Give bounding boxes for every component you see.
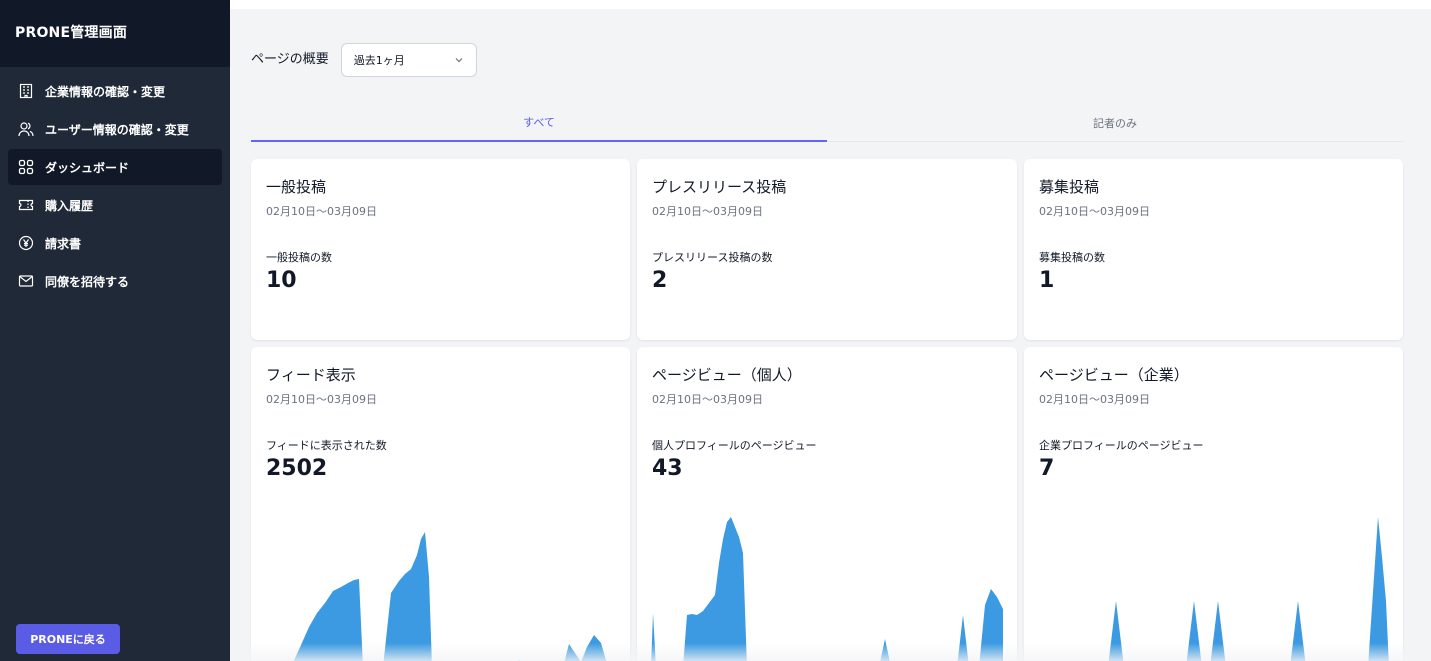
feed-impressions-area-chart [293, 532, 607, 661]
card-metric-label: 企業プロフィールのページビュー [1039, 439, 1204, 452]
card-date-range: 02月10日〜03月09日 [652, 205, 763, 218]
dashboard-grid-icon [18, 159, 34, 175]
card-metric-value: 2502 [266, 456, 328, 481]
card-metric-label: 個人プロフィールのページビュー [652, 439, 817, 452]
sidebar-item-label: 同僚を招待する [45, 274, 130, 289]
card-date-range: 02月10日〜03月09日 [266, 393, 377, 406]
card-press-release-posts: プレスリリース投稿 02月10日〜03月09日 プレスリリース投稿の数 2 [637, 159, 1017, 340]
mail-icon [18, 273, 34, 289]
period-select[interactable]: 過去1ヶ月 [340, 43, 477, 77]
chart-area-series [293, 532, 607, 661]
tab-all[interactable]: すべて [251, 103, 827, 142]
card-title: プレスリリース投稿 [652, 178, 787, 196]
sidebar-item-label: ユーザー情報の確認・変更 [45, 122, 189, 137]
users-icon [18, 121, 34, 137]
sidebar: PRONE管理画面 企業情報の確認・変更 ユーザー情報の確認・変更 ダッシュボー… [0, 0, 230, 661]
sidebar-item-user-info[interactable]: ユーザー情報の確認・変更 [8, 111, 222, 147]
sidebar-item-invoice[interactable]: 請求書 [8, 225, 222, 261]
card-metric-value: 43 [652, 456, 683, 481]
sidebar-nav: 企業情報の確認・変更 ユーザー情報の確認・変更 ダッシュボード 購入履歴 請求書 [0, 73, 230, 299]
card-metric-value: 7 [1039, 456, 1055, 481]
overview-label: ページの概要 [251, 51, 329, 67]
card-general-posts: 一般投稿 02月10日〜03月09日 一般投稿の数 10 [251, 159, 630, 340]
period-select-value: 過去1ヶ月 [353, 54, 405, 67]
chart-area-series [651, 517, 1003, 661]
sidebar-item-dashboard[interactable]: ダッシュボード [8, 149, 222, 185]
pageviews-individual-area-chart [651, 517, 1003, 661]
card-pageviews-individual: ページビュー（個人） 02月10日〜03月09日 個人プロフィールのページビュー… [637, 347, 1017, 661]
card-metric-value: 1 [1039, 268, 1055, 293]
chevron-down-icon [455, 58, 463, 63]
sidebar-header: PRONE管理画面 [0, 0, 230, 67]
card-metric-label: 一般投稿の数 [266, 251, 332, 264]
sidebar-item-invite[interactable]: 同僚を招待する [8, 263, 222, 299]
sidebar-item-label: 購入履歴 [45, 198, 94, 213]
card-title: 一般投稿 [266, 178, 327, 196]
yen-circle-icon [18, 235, 34, 251]
card-title: 募集投稿 [1039, 178, 1100, 196]
card-metric-label: 募集投稿の数 [1039, 251, 1105, 264]
building-icon [18, 83, 34, 99]
pageviews-company-area-chart [1108, 517, 1389, 661]
card-metric-label: プレスリリース投稿の数 [652, 251, 773, 264]
card-title: ページビュー（企業） [1039, 366, 1189, 384]
card-metric-label: フィードに表示された数 [266, 439, 387, 452]
sidebar-item-label: ダッシュボード [45, 160, 130, 175]
sidebar-item-purchase-history[interactable]: 購入履歴 [8, 187, 222, 223]
overview-bar: ページの概要 過去1ヶ月 [251, 43, 477, 77]
tab-reporters-only[interactable]: 記者のみ [827, 103, 1403, 142]
chart-area-series [1108, 517, 1389, 661]
card-date-range: 02月10日〜03月09日 [266, 205, 377, 218]
top-strip [230, 0, 1431, 9]
card-feed-impressions: フィード表示 02月10日〜03月09日 フィードに表示された数 2502 [251, 347, 630, 661]
card-date-range: 02月10日〜03月09日 [1039, 205, 1150, 218]
card-metric-value: 10 [266, 268, 297, 293]
card-pageviews-company: ページビュー（企業） 02月10日〜03月09日 企業プロフィールのページビュー… [1024, 347, 1403, 661]
card-date-range: 02月10日〜03月09日 [652, 393, 763, 406]
sidebar-item-company-info[interactable]: 企業情報の確認・変更 [8, 73, 222, 109]
tab-bar: すべて 記者のみ [251, 103, 1404, 142]
sidebar-item-label: 請求書 [45, 236, 82, 251]
sidebar-item-label: 企業情報の確認・変更 [45, 84, 166, 99]
card-title: ページビュー（個人） [652, 366, 802, 384]
card-date-range: 02月10日〜03月09日 [1039, 393, 1150, 406]
card-title: フィード表示 [266, 366, 356, 384]
card-metric-value: 2 [652, 268, 668, 293]
bottom-fade [230, 643, 1431, 661]
card-recruitment-posts: 募集投稿 02月10日〜03月09日 募集投稿の数 1 [1024, 159, 1403, 340]
ticket-icon [18, 197, 34, 213]
app-title: PRONE管理画面 [15, 25, 128, 41]
main-content: ページの概要 過去1ヶ月 すべて 記者のみ 一般投稿 02月10日〜03月09日… [230, 9, 1431, 661]
back-to-prone-button[interactable]: PRONEに戻る [16, 624, 120, 654]
